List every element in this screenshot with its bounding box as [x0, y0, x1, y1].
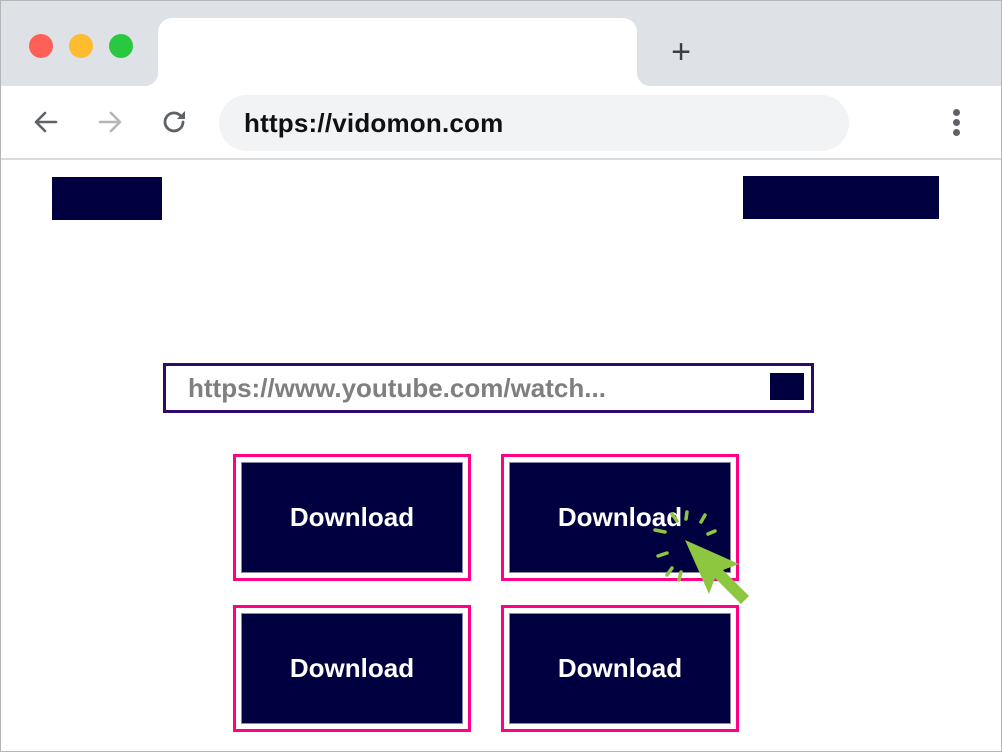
browser-window: + https://vidomon.com https://www.youtub…: [0, 0, 1002, 752]
download-option-1: Download: [233, 454, 471, 581]
kebab-menu-icon: [953, 109, 960, 116]
kebab-menu-dot: [953, 119, 960, 126]
browser-toolbar: https://vidomon.com: [1, 86, 1001, 160]
minimize-window-button[interactable]: [69, 34, 93, 58]
new-tab-button[interactable]: +: [663, 34, 699, 70]
address-bar-url: https://vidomon.com: [244, 108, 504, 138]
download-option-4: Download: [501, 605, 739, 732]
kebab-menu-dot: [953, 129, 960, 136]
download-button-label: Download: [289, 502, 415, 532]
browser-menu-button[interactable]: [945, 106, 969, 138]
back-button[interactable]: [30, 106, 62, 138]
site-logo[interactable]: [52, 177, 162, 220]
reload-button[interactable]: [158, 106, 190, 138]
url-submit-button[interactable]: [770, 373, 804, 400]
tab-strip: +: [1, 1, 1001, 86]
plus-icon: +: [671, 33, 691, 71]
download-button[interactable]: Download: [509, 462, 731, 573]
download-option-2: Download: [501, 454, 739, 581]
download-button-label: Download: [289, 653, 415, 683]
address-bar[interactable]: https://vidomon.com: [219, 95, 849, 151]
forward-button[interactable]: [94, 106, 126, 138]
video-url-value: https://www.youtube.com/watch...: [188, 373, 606, 403]
reload-icon: [163, 111, 185, 133]
arrow-left-icon: [34, 111, 58, 133]
close-window-button[interactable]: [29, 34, 53, 58]
download-button[interactable]: Download: [241, 462, 463, 573]
maximize-window-button[interactable]: [109, 34, 133, 58]
arrow-right-icon: [98, 111, 122, 133]
download-button[interactable]: Download: [241, 613, 463, 724]
site-nav-menu[interactable]: [743, 176, 939, 219]
active-tab[interactable]: [144, 18, 651, 86]
video-url-input[interactable]: https://www.youtube.com/watch...: [163, 363, 814, 413]
download-button[interactable]: Download: [509, 613, 731, 724]
download-button-label: Download: [557, 653, 683, 683]
download-button-label: Download: [557, 502, 683, 532]
download-option-3: Download: [233, 605, 471, 732]
page-content: https://www.youtube.com/watch... Downloa…: [1, 160, 1001, 751]
